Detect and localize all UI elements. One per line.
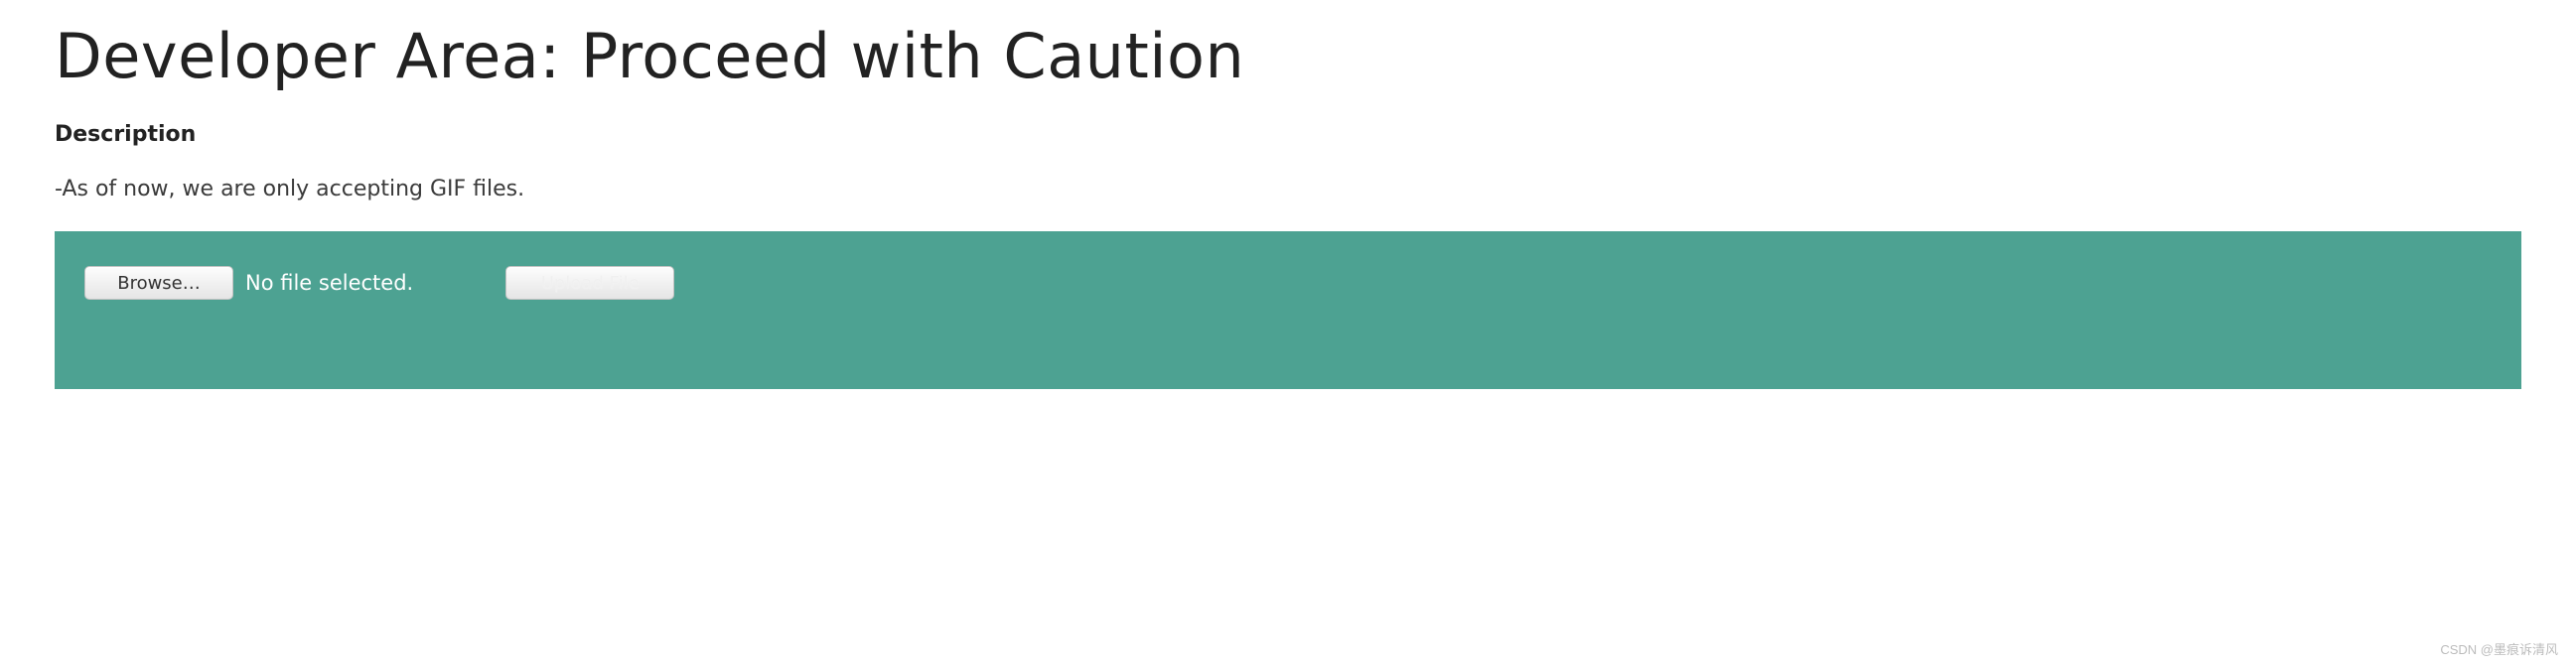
upload-panel: Browse… No file selected. Upload File: [55, 231, 2521, 389]
upload-file-button[interactable]: Upload File: [505, 266, 674, 300]
page-container: Developer Area: Proceed with Caution Des…: [0, 0, 2576, 429]
file-status-text: No file selected.: [245, 271, 413, 295]
upload-row: Browse… No file selected. Upload File: [84, 266, 2492, 300]
page-title: Developer Area: Proceed with Caution: [55, 20, 2521, 92]
browse-button[interactable]: Browse…: [84, 266, 233, 300]
description-label: Description: [55, 122, 2521, 147]
description-text: -As of now, we are only accepting GIF fi…: [55, 177, 2521, 201]
watermark-text: CSDN @墨痕诉清风: [2440, 639, 2558, 658]
